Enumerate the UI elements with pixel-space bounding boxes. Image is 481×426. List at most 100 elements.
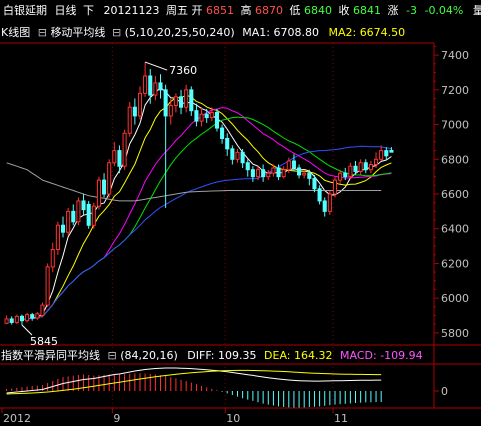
candle-body	[153, 82, 158, 96]
candle-body	[40, 304, 45, 316]
x-tick-label: 2012	[3, 412, 31, 425]
y-tick-label: 7400	[441, 49, 469, 62]
candle-body	[148, 75, 153, 96]
candle-body	[220, 127, 225, 139]
y-tick-label: 6000	[441, 292, 469, 305]
candle-body	[348, 165, 353, 178]
candle-body	[143, 75, 148, 94]
change-value: -3	[406, 4, 417, 17]
candle-body	[235, 151, 240, 160]
candle-body	[199, 113, 204, 122]
candle-body	[168, 104, 173, 117]
candle-body	[91, 205, 96, 226]
ma-indicator-name: 移动平均线	[50, 25, 105, 39]
close-value: 6841	[353, 4, 381, 17]
low-value: 6840	[304, 4, 332, 17]
candle-body	[214, 111, 219, 129]
ma1-label: MA1:	[242, 26, 270, 39]
close-label: 收	[339, 3, 350, 17]
low-label: 低	[290, 4, 301, 17]
y-axis: 5800 6000 6200 6400 6600 6800 7000 7200 7400	[434, 45, 469, 340]
candle-body	[250, 169, 255, 178]
candle-body	[291, 160, 296, 169]
macd-value: -109.94	[380, 349, 422, 362]
header-quote-line: 白银延期 日线 下 20121123 周五 开 6851 高 6870 低 68…	[3, 3, 481, 17]
candle-body	[45, 266, 50, 306]
macd-legend-bar: 指数平滑异同平均线 ⊟ (84,20,16) DIFF: 109.35 DEA:…	[1, 348, 423, 362]
candle-body	[173, 96, 178, 106]
candle-body	[353, 165, 358, 172]
candle-body	[204, 113, 209, 119]
candle-body	[81, 200, 86, 211]
open-label: 开	[192, 4, 203, 17]
annotation-leader	[21, 324, 33, 336]
candle-body	[137, 92, 143, 117]
annotation-leader	[144, 61, 168, 71]
candle-body	[379, 150, 384, 160]
candle-body	[281, 169, 286, 178]
candle-body	[107, 162, 112, 195]
candle-body	[122, 132, 127, 167]
candle-body	[30, 314, 35, 319]
volume-label: 量	[473, 4, 481, 17]
candle-body	[255, 169, 261, 178]
candle-body	[9, 318, 14, 323]
y-tick-label: 6400	[441, 223, 469, 236]
candle-body	[245, 162, 250, 171]
ma-params: (5,10,20,25,50,240)	[125, 26, 235, 39]
candle-body	[368, 163, 373, 171]
candle-body	[209, 111, 214, 119]
candle-body	[317, 188, 322, 202]
macd-tick-label: 0	[441, 385, 448, 398]
candle-body	[127, 106, 132, 134]
candle-body	[163, 89, 168, 117]
collapse-box-icon: ⊟	[108, 349, 117, 362]
x-tick-label: 11	[334, 412, 348, 425]
y-tick-label: 6800	[441, 153, 469, 166]
change-label: 涨	[388, 4, 399, 17]
y-tick-label: 6200	[441, 257, 469, 270]
candle-body	[271, 167, 276, 174]
diff-value: 109.35	[218, 349, 257, 362]
x-tick-label: 10	[226, 412, 240, 425]
open-value: 6851	[206, 4, 234, 17]
candle-body	[158, 82, 163, 91]
candle-body	[112, 150, 117, 164]
candle-body	[96, 179, 101, 207]
ma240-line	[6, 162, 382, 202]
candle-body	[60, 224, 66, 233]
candle-body	[102, 179, 107, 195]
quote-weekday: 周五	[166, 4, 188, 17]
y-tick-label: 7000	[441, 119, 469, 132]
macd-label: MACD:	[340, 349, 377, 362]
kline-chart: 白银延期 日线 下 20121123 周五 开 6851 高 6870 低 68…	[0, 3, 481, 425]
y-tick-label: 5800	[441, 327, 469, 340]
ma2-label: MA2:	[328, 26, 356, 39]
candle-body	[374, 158, 379, 165]
x-tick-label: 9	[113, 412, 120, 425]
macd-params: (84,20,16)	[120, 349, 178, 362]
candle-body	[117, 150, 122, 167]
min-price-label: 5845	[30, 335, 58, 348]
candle-body	[312, 177, 317, 190]
instrument-name: 白银延期	[3, 3, 47, 17]
collapse-box-icon: ⊟	[112, 26, 121, 39]
candle-body	[363, 162, 368, 171]
candle-body	[71, 210, 76, 223]
candle-body	[343, 172, 348, 178]
ma2-value: 6674.50	[360, 26, 406, 39]
candle-body	[302, 172, 307, 176]
max-price-label: 7360	[169, 64, 197, 77]
candle-body	[25, 314, 30, 322]
candle-body	[179, 96, 184, 108]
candle-body	[327, 193, 332, 212]
ma50-line	[21, 145, 392, 321]
candle-body	[19, 315, 25, 322]
candle-body	[194, 110, 199, 122]
candle-body	[4, 318, 9, 324]
ma-legend-bar: K线图 ⊟ 移动平均线 ⊟ (5,10,20,25,50,240) MA1: 6…	[1, 25, 405, 39]
x-axis: 2012 9 10 11	[1, 408, 348, 425]
macd-indicator-name: 指数平滑异同平均线	[1, 348, 100, 362]
candle-body	[35, 313, 40, 319]
candle-body	[297, 167, 302, 176]
